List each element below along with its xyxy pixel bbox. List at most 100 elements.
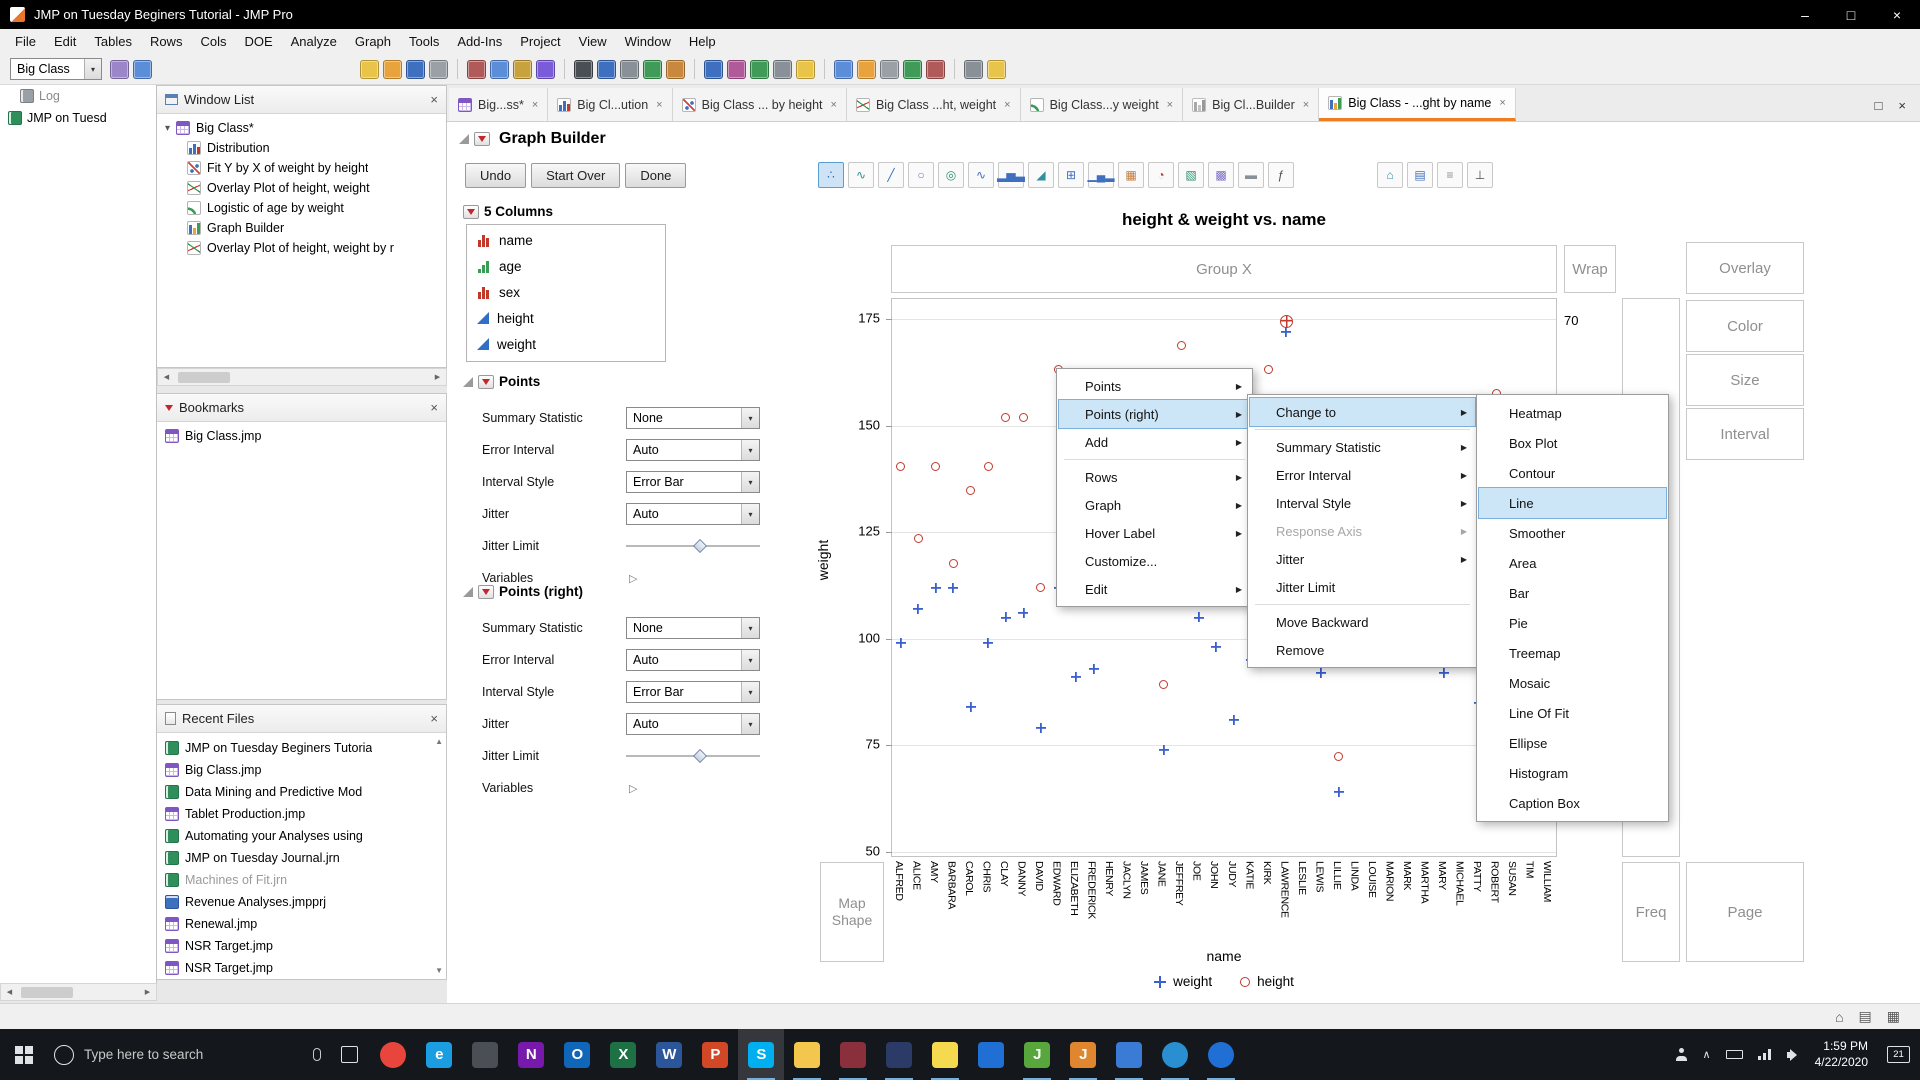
weight-point-jane[interactable] (1158, 744, 1169, 755)
smoother-element-icon[interactable]: ∿ (848, 162, 874, 188)
start-button[interactable] (0, 1029, 48, 1080)
context-dropdown[interactable]: Big Class ▾ (10, 58, 102, 80)
menu-item-mosaic[interactable]: Mosaic (1479, 668, 1666, 698)
maximize-tab-icon[interactable]: □ (1875, 98, 1883, 113)
window-list-item[interactable]: Logistic of age by weight (157, 198, 446, 218)
menu-item-interval-style[interactable]: Interval Style ▶ (1250, 489, 1475, 517)
recent-file-item[interactable]: NSR Target.jmp (157, 957, 446, 979)
clock[interactable]: 1:59 PM 4/22/2020 (1815, 1039, 1868, 1070)
weight-point-alfred[interactable] (895, 638, 906, 649)
color-drop-zone[interactable]: Color (1686, 300, 1804, 352)
window-list-root[interactable]: ▾ Big Class* (157, 118, 446, 138)
menu-item-line-of-fit[interactable]: Line Of Fit (1479, 698, 1666, 728)
menu-cols[interactable]: Cols (191, 29, 235, 54)
points-right-error-interval-select[interactable]: Auto ▾ (626, 649, 760, 671)
sticky-notes-taskbar-button[interactable] (922, 1029, 968, 1080)
bookmark-item[interactable]: Big Class.jmp (157, 426, 446, 446)
tab-close-icon[interactable]: × (1004, 99, 1010, 111)
disclosure-icon[interactable]: ▷ (629, 572, 637, 585)
hand-tool-icon[interactable] (666, 59, 685, 79)
new-journal-icon[interactable] (360, 59, 379, 79)
column-sex[interactable]: sex (467, 279, 665, 305)
weight-point-judy[interactable] (1228, 714, 1239, 725)
red-triangle-menu-button[interactable] (474, 132, 490, 146)
scroll-thumb[interactable] (178, 371, 230, 383)
menu-item-rows[interactable]: Rows ▶ (1059, 463, 1250, 491)
tab-big-class-by-height[interactable]: Big Class ... by height × (672, 88, 847, 121)
weight-point-frederick[interactable] (1088, 663, 1099, 674)
tray-expand-icon[interactable]: ∧ (1703, 1048, 1711, 1061)
word-taskbar-button[interactable]: W (646, 1029, 692, 1080)
red-triangle-icon[interactable] (165, 404, 173, 411)
cortana-icon[interactable] (54, 1044, 74, 1065)
points-right-jitter-select[interactable]: Auto ▾ (626, 713, 760, 735)
close-icon[interactable]: × (430, 711, 438, 726)
recent-file-item[interactable]: Renewal.jmp (157, 913, 446, 935)
menu-window[interactable]: Window (616, 29, 680, 54)
teams-taskbar-button[interactable] (1198, 1029, 1244, 1080)
height-point-david[interactable] (1036, 582, 1046, 592)
menu-doe[interactable]: DOE (235, 29, 281, 54)
weight-point-danny[interactable] (1018, 608, 1029, 619)
project-tree-hscrollbar[interactable]: ◀ ▶ (0, 983, 157, 1001)
menu-add-ins[interactable]: Add-Ins (448, 29, 511, 54)
recent-file-item[interactable]: NSR Target.jmp (157, 935, 446, 957)
selection-tool-icon[interactable] (704, 59, 723, 79)
collapse-caret-icon[interactable] (463, 586, 473, 597)
tab-big-class-y-weight[interactable]: Big Class...y weight × (1020, 88, 1184, 121)
powerpoint-taskbar-button[interactable]: P (692, 1029, 738, 1080)
open-file-icon[interactable] (383, 59, 402, 79)
collapse-caret-icon[interactable] (463, 376, 473, 387)
run-script-icon[interactable] (536, 59, 555, 79)
points-error-interval-select[interactable]: Auto ▾ (626, 439, 760, 461)
red-triangle-menu-button[interactable] (463, 204, 479, 219)
table-element-icon[interactable]: ▤ (1407, 162, 1433, 188)
maximize-button[interactable]: □ (1828, 0, 1874, 29)
menu-item-line[interactable]: Line (1478, 487, 1667, 519)
notification-center-icon[interactable]: 21 (1887, 1046, 1910, 1063)
weight-point-alice[interactable] (913, 603, 924, 614)
menu-item-box-plot[interactable]: Box Plot (1479, 428, 1666, 458)
home-icon[interactable]: ⌂ (1835, 1009, 1843, 1025)
start-over-button[interactable]: Start Over (531, 163, 621, 188)
menu-item-change-to[interactable]: Change to ▶ (1249, 397, 1476, 427)
onenote-taskbar-button[interactable]: N (508, 1029, 554, 1080)
menu-graph[interactable]: Graph (346, 29, 400, 54)
height-point-carol[interactable] (966, 485, 976, 495)
minimize-button[interactable]: – (1782, 0, 1828, 29)
box-plot-element-icon[interactable]: ⊞ (1058, 162, 1084, 188)
column-list-icon[interactable] (133, 59, 152, 79)
line-element-icon[interactable]: ∿ (968, 162, 994, 188)
histogram-element-icon[interactable]: ▁▄▂ (1088, 162, 1114, 188)
weight-point-david[interactable] (1035, 723, 1046, 734)
menu-item-jitter-limit[interactable]: Jitter Limit (1250, 573, 1475, 601)
treemap-element-icon[interactable]: ▧ (1178, 162, 1204, 188)
menu-item-customize[interactable]: Customize... (1059, 547, 1250, 575)
app-maroon-taskbar-button[interactable] (830, 1029, 876, 1080)
task-view-icon[interactable] (341, 1046, 359, 1063)
grid-view-icon[interactable]: ▦ (1887, 1008, 1900, 1025)
contour-element-icon[interactable]: ◎ (938, 162, 964, 188)
recent-file-item[interactable]: Machines of Fit.jrn (157, 869, 446, 891)
copy-icon[interactable] (490, 59, 509, 79)
points-jitter-select[interactable]: Auto ▾ (626, 503, 760, 525)
weight-point-joe[interactable] (1193, 612, 1204, 623)
window-list-item[interactable]: Overlay Plot of height, weight (157, 178, 446, 198)
zoom-in-tool-icon[interactable] (643, 59, 662, 79)
tree-item-log[interactable]: Log (0, 85, 156, 107)
menu-item-response-axis[interactable]: Response Axis ▶ (1250, 517, 1475, 545)
collapse-caret-icon[interactable]: ▾ (165, 123, 170, 134)
weight-point-chris[interactable] (983, 638, 994, 649)
tab-close-icon[interactable]: × (831, 99, 837, 111)
help-tool-icon[interactable] (597, 59, 616, 79)
skype-taskbar-button[interactable]: S (738, 1029, 785, 1080)
file-explorer-taskbar-button[interactable] (784, 1029, 830, 1080)
collapse-caret-icon[interactable] (459, 134, 469, 144)
group-x-drop-zone[interactable]: Group X (891, 245, 1557, 293)
menu-item-add[interactable]: Add ▶ (1059, 428, 1250, 456)
arrow-tool-icon[interactable] (574, 59, 593, 79)
menu-item-heatmap[interactable]: Heatmap (1479, 398, 1666, 428)
area-element-icon[interactable]: ◢ (1028, 162, 1054, 188)
weight-point-barbara[interactable] (948, 582, 959, 593)
tab-close-icon[interactable]: × (532, 99, 538, 111)
